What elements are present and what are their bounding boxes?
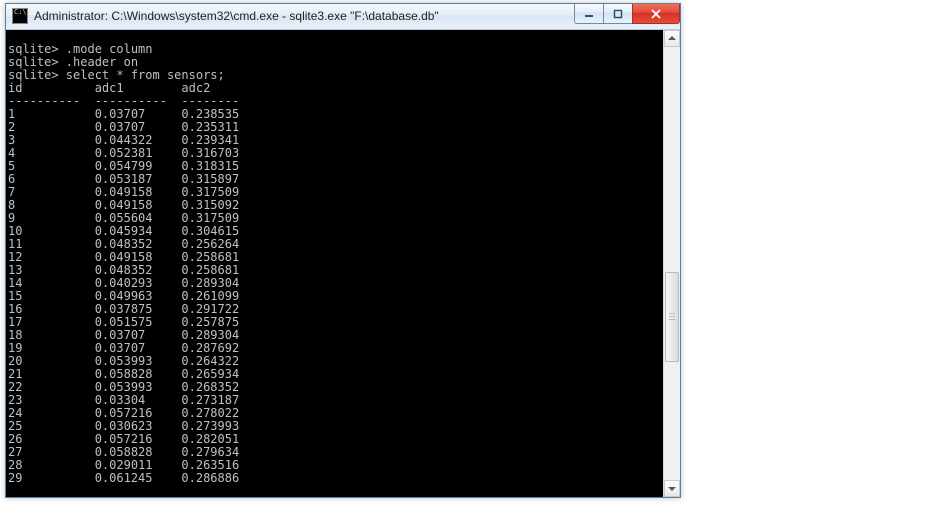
scroll-thumb[interactable] [665,272,679,362]
window-controls [574,4,680,24]
scroll-track[interactable] [664,47,680,480]
arrow-up-icon [668,36,676,40]
titlebar[interactable]: Administrator: C:\Windows\system32\cmd.e… [6,4,680,30]
maximize-icon [613,9,623,19]
minimize-icon [584,9,594,19]
maximize-button[interactable] [603,4,633,24]
cmd-icon [12,8,28,24]
close-button[interactable] [632,4,680,24]
arrow-down-icon [668,487,676,491]
minimize-button[interactable] [574,4,604,24]
scroll-down-button[interactable] [664,480,680,497]
vertical-scrollbar[interactable] [663,30,680,497]
terminal-output[interactable]: sqlite> .mode column sqlite> .header on … [6,42,663,485]
scroll-up-button[interactable] [664,30,680,47]
close-icon [650,9,662,19]
client-area: sqlite> .mode column sqlite> .header on … [6,30,680,497]
window-title: Administrator: C:\Windows\system32\cmd.e… [34,9,439,23]
cmd-window: Administrator: C:\Windows\system32\cmd.e… [5,3,681,498]
